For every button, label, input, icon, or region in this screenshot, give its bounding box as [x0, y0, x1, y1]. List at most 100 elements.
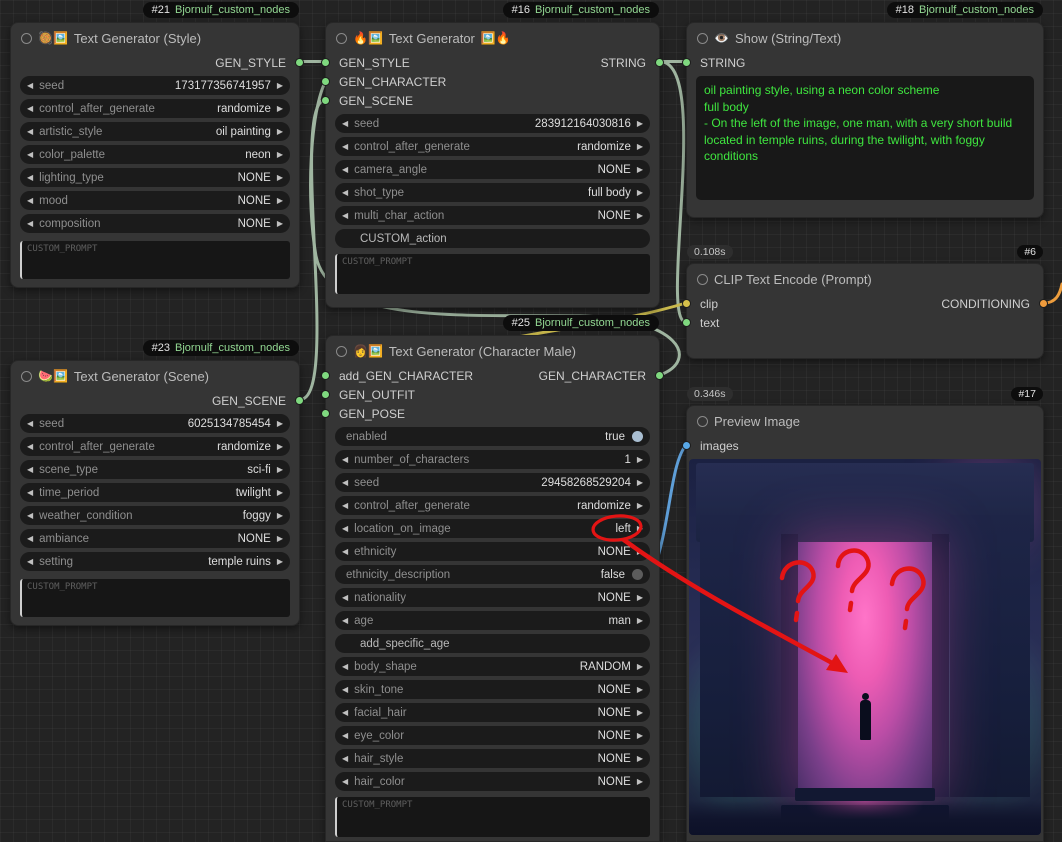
combo-right-arrow-icon[interactable]: [277, 174, 283, 182]
custom-prompt-textarea[interactable]: CUSTOM_PROMPT: [20, 241, 290, 279]
widget-enabled[interactable]: enabled true: [335, 427, 650, 446]
combo-left-arrow-icon[interactable]: [27, 174, 33, 182]
combo-right-arrow-icon[interactable]: [637, 212, 643, 220]
widget-control-after-generate[interactable]: control_after_generate randomize: [335, 496, 650, 515]
combo-right-arrow-icon[interactable]: [637, 709, 643, 717]
custom-prompt-textarea[interactable]: CUSTOM_PROMPT: [335, 254, 650, 294]
combo-right-arrow-icon[interactable]: [277, 82, 283, 90]
combo-left-arrow-icon[interactable]: [342, 617, 348, 625]
wire-gen-scene[interactable]: [300, 100, 326, 400]
combo-left-arrow-icon[interactable]: [27, 443, 33, 451]
widget-control-after-generate[interactable]: control_after_generate randomize: [335, 137, 650, 156]
widget-facial-hair[interactable]: facial_hair NONE: [335, 703, 650, 722]
combo-right-arrow-icon[interactable]: [637, 166, 643, 174]
widget-add-specific-age[interactable]: add_specific_age: [335, 634, 650, 653]
widget-seed[interactable]: seed 283912164030816: [335, 114, 650, 133]
combo-right-arrow-icon[interactable]: [637, 189, 643, 197]
combo-left-arrow-icon[interactable]: [342, 212, 348, 220]
combo-left-arrow-icon[interactable]: [342, 143, 348, 151]
node-title-bar[interactable]: 🍉🖼️ Text Generator (Scene): [11, 361, 299, 391]
widget-skin-tone[interactable]: skin_tone NONE: [335, 680, 650, 699]
combo-left-arrow-icon[interactable]: [27, 105, 33, 113]
widget-scene-type[interactable]: scene_type sci-fi: [20, 460, 290, 479]
node-clip-text-encode[interactable]: 0.108s #6 CLIP Text Encode (Prompt) clip…: [686, 263, 1044, 359]
collapse-dot-icon[interactable]: [336, 33, 347, 44]
widget-time-period[interactable]: time_period twilight: [20, 483, 290, 502]
input-port-string[interactable]: [682, 58, 691, 67]
input-port-clip[interactable]: [682, 299, 691, 308]
widget-ethnicity[interactable]: ethnicity NONE: [335, 542, 650, 561]
combo-left-arrow-icon[interactable]: [342, 709, 348, 717]
input-port-gen-outfit[interactable]: [321, 390, 330, 399]
combo-left-arrow-icon[interactable]: [342, 778, 348, 786]
toggle-knob[interactable]: [632, 431, 643, 442]
combo-right-arrow-icon[interactable]: [637, 525, 643, 533]
combo-right-arrow-icon[interactable]: [637, 755, 643, 763]
combo-right-arrow-icon[interactable]: [277, 535, 283, 543]
combo-right-arrow-icon[interactable]: [277, 443, 283, 451]
combo-left-arrow-icon[interactable]: [27, 466, 33, 474]
widget-eye-color[interactable]: eye_color NONE: [335, 726, 650, 745]
combo-left-arrow-icon[interactable]: [27, 151, 33, 159]
combo-right-arrow-icon[interactable]: [277, 128, 283, 136]
combo-left-arrow-icon[interactable]: [27, 512, 33, 520]
combo-left-arrow-icon[interactable]: [27, 220, 33, 228]
output-port-gen-scene[interactable]: [295, 396, 304, 405]
widget-seed[interactable]: seed 173177356741957: [20, 76, 290, 95]
combo-left-arrow-icon[interactable]: [342, 732, 348, 740]
widget-body-shape[interactable]: body_shape RANDOM: [335, 657, 650, 676]
combo-left-arrow-icon[interactable]: [342, 502, 348, 510]
collapse-dot-icon[interactable]: [697, 33, 708, 44]
widget-control-after-generate[interactable]: control_after_generate randomize: [20, 437, 290, 456]
combo-left-arrow-icon[interactable]: [27, 489, 33, 497]
combo-right-arrow-icon[interactable]: [637, 479, 643, 487]
combo-right-arrow-icon[interactable]: [637, 456, 643, 464]
node-title-bar[interactable]: CLIP Text Encode (Prompt): [687, 264, 1043, 294]
widget-hair-color[interactable]: hair_color NONE: [335, 772, 650, 791]
custom-prompt-textarea[interactable]: CUSTOM_PROMPT: [335, 797, 650, 837]
show-text-output[interactable]: oil painting style, using a neon color s…: [696, 76, 1034, 200]
combo-right-arrow-icon[interactable]: [277, 197, 283, 205]
node-text-generator-style[interactable]: #21 Bjornulf_custom_nodes 🥘🖼️ Text Gener…: [10, 22, 300, 288]
collapse-dot-icon[interactable]: [697, 274, 708, 285]
node-text-generator-character-male[interactable]: #25 Bjornulf_custom_nodes 👩🖼️ Text Gener…: [325, 335, 660, 842]
node-text-generator[interactable]: #16 Bjornulf_custom_nodes 🔥🖼️ Text Gener…: [325, 22, 660, 308]
collapse-dot-icon[interactable]: [697, 416, 708, 427]
widget-camera-angle[interactable]: camera_angle NONE: [335, 160, 650, 179]
preview-image[interactable]: [689, 459, 1041, 835]
combo-right-arrow-icon[interactable]: [637, 120, 643, 128]
combo-right-arrow-icon[interactable]: [277, 466, 283, 474]
node-text-generator-scene[interactable]: #23 Bjornulf_custom_nodes 🍉🖼️ Text Gener…: [10, 360, 300, 626]
widget-mood[interactable]: mood NONE: [20, 191, 290, 210]
input-port-gen-pose[interactable]: [321, 409, 330, 418]
combo-right-arrow-icon[interactable]: [637, 663, 643, 671]
combo-left-arrow-icon[interactable]: [342, 548, 348, 556]
widget-age[interactable]: age man: [335, 611, 650, 630]
combo-left-arrow-icon[interactable]: [342, 663, 348, 671]
node-title-bar[interactable]: 🔥🖼️ Text Generator 🖼️🔥: [326, 23, 659, 53]
input-port-images[interactable]: [682, 441, 691, 450]
combo-left-arrow-icon[interactable]: [342, 525, 348, 533]
combo-left-arrow-icon[interactable]: [342, 189, 348, 197]
combo-right-arrow-icon[interactable]: [277, 220, 283, 228]
combo-left-arrow-icon[interactable]: [27, 420, 33, 428]
node-title-bar[interactable]: Preview Image: [687, 406, 1043, 436]
combo-right-arrow-icon[interactable]: [637, 502, 643, 510]
combo-left-arrow-icon[interactable]: [342, 166, 348, 174]
output-port-gen-style[interactable]: [295, 58, 304, 67]
combo-left-arrow-icon[interactable]: [342, 686, 348, 694]
widget-nationality[interactable]: nationality NONE: [335, 588, 650, 607]
node-title-bar[interactable]: 🥘🖼️ Text Generator (Style): [11, 23, 299, 53]
widget-control-after-generate[interactable]: control_after_generate randomize: [20, 99, 290, 118]
combo-left-arrow-icon[interactable]: [27, 558, 33, 566]
widget-setting[interactable]: setting temple ruins: [20, 552, 290, 571]
widget-shot-type[interactable]: shot_type full body: [335, 183, 650, 202]
node-preview-image[interactable]: 0.346s #17 Preview Image images: [686, 405, 1044, 842]
combo-right-arrow-icon[interactable]: [277, 558, 283, 566]
combo-right-arrow-icon[interactable]: [637, 143, 643, 151]
combo-right-arrow-icon[interactable]: [637, 594, 643, 602]
widget-multi-char-action[interactable]: multi_char_action NONE: [335, 206, 650, 225]
combo-left-arrow-icon[interactable]: [342, 755, 348, 763]
widget-artistic-style[interactable]: artistic_style oil painting: [20, 122, 290, 141]
input-port-gen-scene[interactable]: [321, 96, 330, 105]
